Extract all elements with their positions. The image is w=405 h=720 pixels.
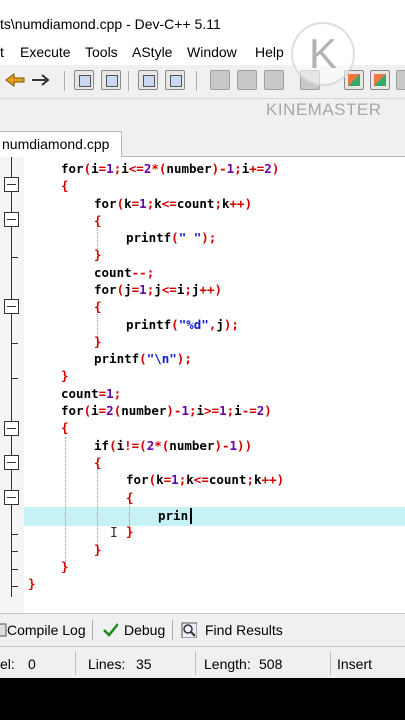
status-sel-value: 0 (28, 656, 36, 672)
tab-label: numdiamond.cpp (2, 136, 110, 152)
status-length-label: Length: (204, 656, 251, 672)
compile-icon[interactable] (210, 70, 230, 90)
fold-end-marker (11, 551, 18, 552)
class-browser-icon[interactable] (165, 70, 185, 90)
code-line[interactable]: } (94, 541, 102, 559)
code-line[interactable]: for(i=1;i<=2*(number)-1;i+=2) (61, 160, 279, 178)
fold-toggle-icon[interactable] (4, 212, 19, 227)
find-results-icon (181, 622, 197, 638)
status-lines-value: 35 (136, 656, 152, 672)
code-line[interactable]: } (61, 558, 69, 576)
fold-toggle-icon[interactable] (4, 421, 19, 436)
menu-astyle[interactable]: AStyle (132, 44, 172, 60)
menu-tools[interactable]: Tools (85, 44, 118, 60)
status-lines-label: Lines: (88, 656, 126, 672)
fold-toggle-icon[interactable] (4, 299, 19, 314)
screen: ts\numdiamond.cpp - Dev-C++ 5.11 t Execu… (0, 0, 405, 720)
watermark-letter: K (308, 30, 337, 77)
code-line[interactable]: prin (158, 507, 188, 525)
fold-toggle-icon[interactable] (4, 455, 19, 470)
menu-help[interactable]: Help (255, 44, 284, 60)
fold-end-marker (11, 257, 18, 258)
code-line[interactable]: for(k=1;k<=count;k++) (94, 195, 252, 213)
more-icon[interactable] (396, 70, 405, 90)
find-icon[interactable] (74, 70, 94, 90)
code-line[interactable]: for(j=1;j<=i;j++) (94, 281, 222, 299)
fold-end-marker (11, 569, 18, 570)
code-line[interactable]: { (61, 177, 69, 195)
bottom-panel-tabs: Compile Log Debug Find Results (0, 613, 405, 646)
code-line[interactable]: for(i=2(number)-1;i>=1;i-=2) (61, 402, 272, 420)
mouse-ibeam-cursor: I (110, 526, 118, 541)
tab-numdiamond[interactable]: numdiamond.cpp (0, 131, 122, 157)
watermark-text: KINEMASTER (266, 100, 382, 119)
code-line[interactable]: { (94, 212, 102, 230)
code-line[interactable]: { (61, 419, 69, 437)
code-line[interactable]: if(i!=(2*(number)-1)) (94, 437, 252, 455)
code-line[interactable]: printf(" "); (126, 229, 216, 247)
indent-guide (65, 437, 66, 567)
chart-icon[interactable] (370, 70, 390, 90)
code-line[interactable]: } (126, 523, 134, 541)
current-line-highlight (24, 507, 405, 526)
goto-arrow-icon[interactable] (30, 72, 50, 88)
code-line[interactable]: } (94, 333, 102, 351)
tab-compile-log[interactable]: Compile Log (7, 622, 86, 638)
toolbar-separator (128, 71, 129, 91)
code-line[interactable]: printf("\n"); (94, 350, 192, 368)
run-icon[interactable] (237, 70, 257, 90)
status-insert-mode: Insert (337, 656, 373, 672)
tab-find-results[interactable]: Find Results (205, 622, 283, 638)
code-editor[interactable]: for(i=1;i<=2*(number)-1;i+=2){for(k=1;k<… (0, 157, 405, 613)
project-icon[interactable] (138, 70, 158, 90)
compile-run-icon[interactable] (264, 70, 284, 90)
status-bar: el: 0 Lines: 35 Length: 508 Insert (0, 646, 405, 678)
code-line[interactable]: } (94, 246, 102, 264)
debug-check-icon (103, 623, 118, 637)
fold-toggle-icon[interactable] (4, 490, 19, 505)
fold-end-marker (11, 586, 18, 587)
find-replace-icon[interactable] (101, 70, 121, 90)
status-length-value: 508 (259, 656, 283, 672)
code-line[interactable]: { (94, 454, 102, 472)
fold-end-marker (11, 534, 18, 535)
text-caret (190, 508, 192, 524)
toolbar-separator (64, 71, 65, 91)
watermark-logo: K (291, 22, 355, 86)
code-line[interactable]: { (126, 489, 134, 507)
code-line[interactable]: count=1; (61, 385, 121, 403)
code-line[interactable]: } (28, 575, 36, 593)
code-line[interactable]: { (94, 298, 102, 316)
menu-project[interactable]: t (0, 44, 4, 60)
fold-gutter (0, 157, 24, 613)
status-separator (75, 651, 76, 675)
menu-window[interactable]: Window (187, 44, 237, 60)
status-separator (195, 651, 196, 675)
editor-tab-strip: numdiamond.cpp (0, 131, 405, 157)
window-title: ts\numdiamond.cpp - Dev-C++ 5.11 (0, 16, 221, 32)
code-line[interactable]: } (61, 367, 69, 385)
status-separator (330, 651, 331, 675)
fold-toggle-icon[interactable] (4, 177, 19, 192)
tab-debug[interactable]: Debug (124, 622, 165, 638)
fold-end-marker (11, 378, 18, 379)
code-line[interactable]: printf("%d",j); (126, 316, 239, 334)
fold-end-marker (11, 343, 18, 344)
replace-arrow-icon[interactable] (4, 72, 26, 88)
status-sel-label: el: (0, 656, 15, 672)
code-line[interactable]: for(k=1;k<=count;k++) (126, 471, 284, 489)
menu-execute[interactable]: Execute (20, 44, 71, 60)
toolbar-separator (196, 71, 197, 91)
code-line[interactable]: count--; (94, 264, 154, 282)
tab-separator (92, 620, 93, 640)
tab-separator (172, 620, 173, 640)
